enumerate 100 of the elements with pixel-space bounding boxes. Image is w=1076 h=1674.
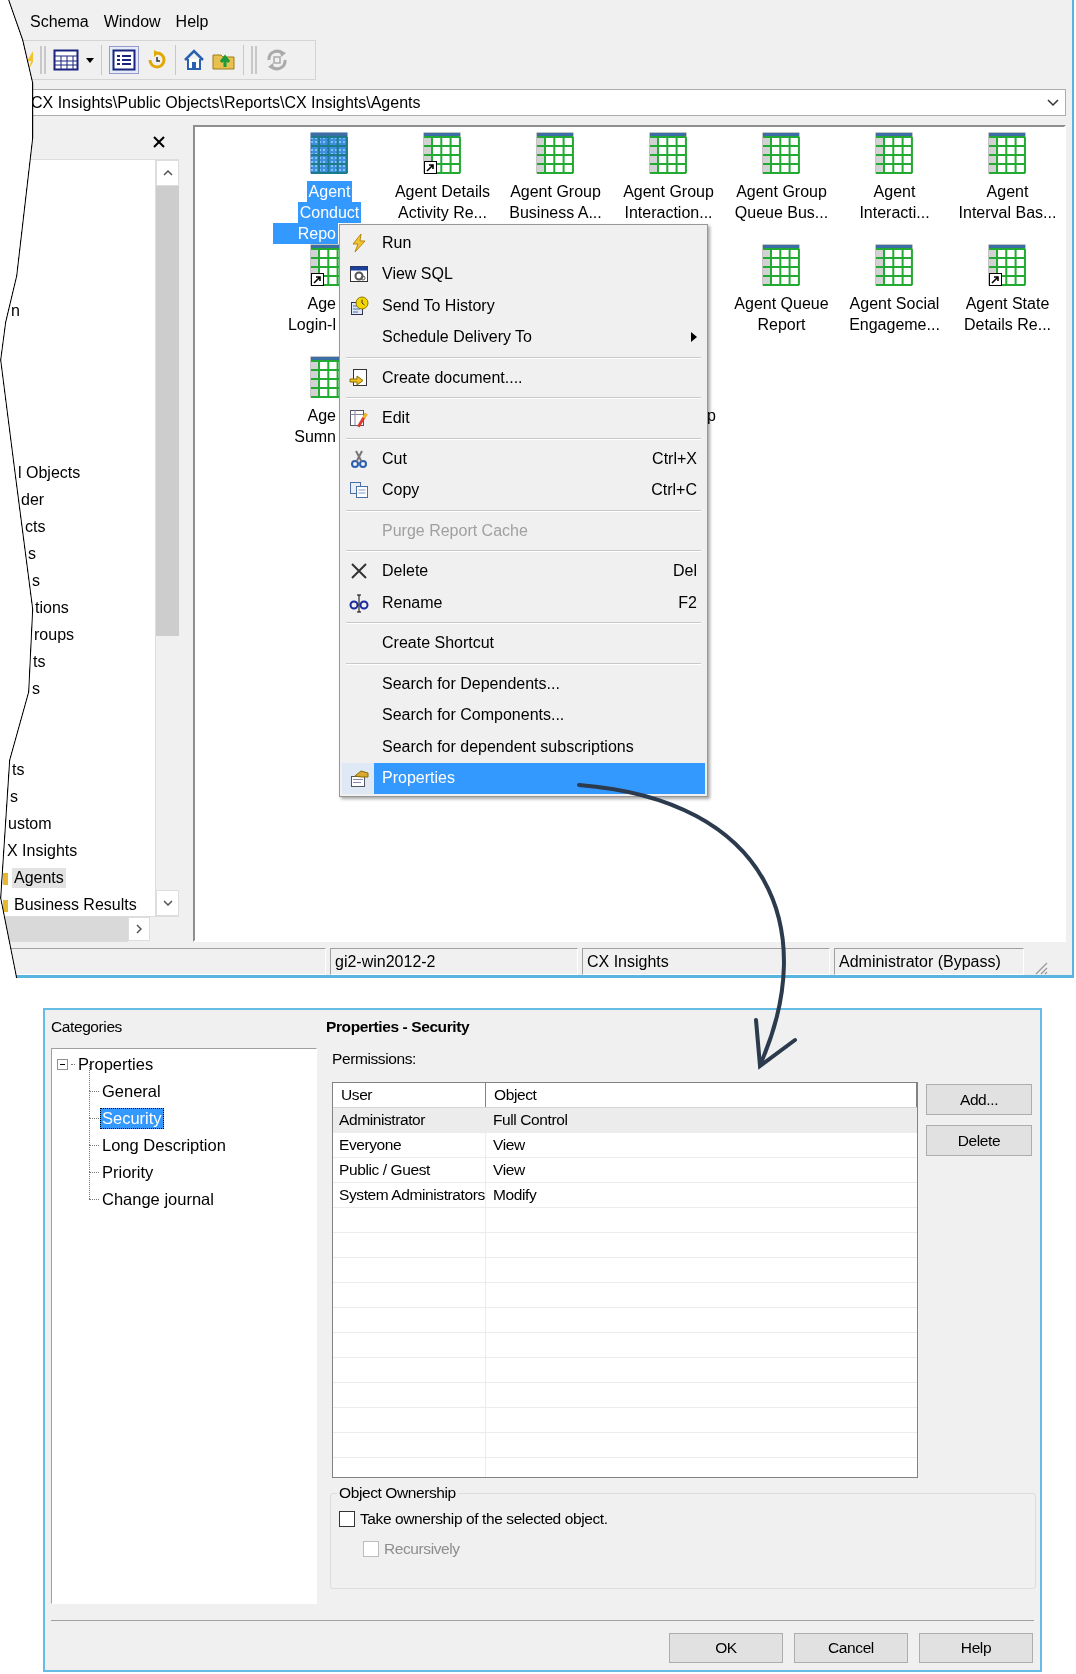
tree-item[interactable]: Business Results (12, 894, 139, 915)
report-icon[interactable] (987, 132, 1028, 176)
tree-item[interactable]: s (30, 570, 42, 591)
tree-item[interactable]: ts (31, 651, 48, 672)
report-icon[interactable] (874, 132, 915, 176)
report-label[interactable]: Agent Details Activity Re... (386, 181, 499, 223)
menu-bar-item[interactable]: Window (103, 12, 161, 31)
menu-bar-item[interactable]: Help (175, 12, 209, 31)
report-icon[interactable] (874, 244, 915, 288)
dialog-button[interactable]: Help (919, 1633, 1033, 1663)
scissors-icon (349, 448, 369, 469)
report-shortcut-icon[interactable] (987, 244, 1028, 288)
column-header[interactable]: User (333, 1083, 486, 1107)
menu-item[interactable]: Rename F2 (342, 587, 705, 619)
toolbar-grip[interactable] (40, 46, 46, 74)
checkbox[interactable] (339, 1511, 355, 1527)
report-label[interactable]: Agent Social Engageme... (838, 293, 951, 335)
categories-label: Categories (51, 1018, 122, 1035)
tree-item[interactable]: ustom (6, 813, 54, 834)
toolbar-grip[interactable] (251, 46, 257, 74)
menu-item[interactable]: Search for Components... (342, 699, 705, 731)
submenu-arrow-icon (691, 332, 697, 343)
tree-item[interactable]: Properties (76, 1054, 156, 1075)
tree-item[interactable]: ts (10, 759, 27, 780)
report-icon[interactable] (535, 132, 576, 176)
table-cell-text: Modify (492, 1185, 538, 1205)
scroll-up-icon[interactable] (162, 170, 173, 176)
menu-item[interactable]: Send To History (342, 290, 705, 322)
dialog-button[interactable]: Cancel (794, 1633, 908, 1663)
tree-item[interactable]: s (8, 786, 20, 807)
refresh-icon[interactable] (146, 49, 168, 71)
tree-item[interactable]: tions (33, 597, 71, 618)
tree-item[interactable]: s (30, 678, 42, 699)
group-title: Object Ownership (339, 1484, 456, 1501)
tree-item[interactable]: Priority (100, 1162, 156, 1183)
scroll-right-icon[interactable] (136, 924, 142, 934)
section-title: Properties - Security (326, 1018, 470, 1035)
chevron-down-icon[interactable] (1047, 98, 1059, 107)
menu-item[interactable]: Search for Dependents... (342, 668, 705, 700)
permission-button[interactable]: Delete (926, 1125, 1032, 1156)
resize-grip-icon (1034, 961, 1048, 975)
report-label[interactable]: Agent Interacti... (838, 181, 951, 223)
close-icon[interactable] (153, 136, 165, 148)
folder-icon (3, 870, 8, 885)
tree-item[interactable]: l Objects (16, 462, 83, 483)
menu-item[interactable]: Run (342, 227, 705, 259)
details-view-icon[interactable] (112, 49, 136, 71)
tree-item[interactable]: General (100, 1081, 163, 1102)
report-icon[interactable] (648, 132, 689, 176)
report-label[interactable]: Agent Group Queue Bus... (725, 181, 838, 223)
scroll-down-icon[interactable] (162, 900, 173, 906)
menu-item[interactable]: Edit (342, 402, 705, 434)
column-header[interactable]: Object (486, 1083, 917, 1107)
tree-item[interactable]: roups (32, 624, 77, 645)
status-field: Administrator (Bypass) (834, 948, 1024, 975)
menu-item[interactable]: View SQL (342, 258, 705, 290)
tree-item[interactable]: Long Description (100, 1135, 228, 1156)
report-label[interactable]: Agent State Details Re... (951, 293, 1064, 335)
report-label[interactable]: Agent Group Business A... (499, 181, 612, 223)
dialog-button[interactable]: OK (669, 1633, 783, 1663)
report-label[interactable]: Agent Group Interaction... (612, 181, 725, 223)
table-row[interactable]: Everyone View (333, 1133, 917, 1158)
tree-item[interactable]: cts (23, 516, 48, 537)
table-row[interactable]: Administrator Full Control (333, 1108, 917, 1133)
table-row[interactable]: Public / Guest View (333, 1158, 917, 1183)
menu-item[interactable]: Create Shortcut (342, 627, 705, 659)
menu-item[interactable]: Copy Ctrl+C (342, 474, 705, 506)
checkbox-label[interactable]: Take ownership of the selected object. (360, 1510, 608, 1528)
gear-window-icon (349, 264, 369, 285)
menu-bar-item[interactable]: Schema (30, 12, 89, 31)
tree-item[interactable]: X Insights (5, 840, 80, 861)
table-row[interactable]: System Administrators Modify (333, 1183, 917, 1208)
tree-item[interactable]: Agents (12, 867, 66, 888)
table-cell-text: View (492, 1135, 526, 1155)
report-label[interactable]: Agent Interval Bas... (951, 181, 1064, 223)
dropdown-caret-icon[interactable] (86, 57, 94, 63)
report-icon[interactable] (309, 132, 350, 176)
tree-item[interactable]: der (19, 489, 47, 510)
table-cell: Everyone (333, 1133, 486, 1157)
copy-icon (349, 480, 369, 501)
report-label[interactable]: Agent Queue Report (725, 293, 838, 335)
table-cell-text: Full Control (492, 1110, 569, 1130)
home-icon[interactable] (183, 49, 205, 71)
report-shortcut-icon[interactable] (422, 132, 463, 176)
tree-item[interactable]: Change journal (100, 1189, 216, 1210)
report-icon[interactable] (761, 244, 802, 288)
table-cell: System Administrators (333, 1183, 486, 1207)
scrollbar-thumb[interactable] (156, 186, 179, 636)
report-icon[interactable] (761, 132, 802, 176)
menu-item[interactable]: Delete Del (342, 555, 705, 587)
tree-item[interactable]: n (9, 300, 22, 321)
document-arrow-icon (349, 367, 369, 388)
menu-item[interactable]: Cut Ctrl+X (342, 443, 705, 475)
menu-item[interactable]: Create document.... (342, 362, 705, 394)
tree-item[interactable]: s (26, 543, 38, 564)
menu-item[interactable]: Schedule Delivery To (342, 321, 705, 353)
menu-item[interactable]: Search for dependent subscriptions (342, 731, 705, 763)
table-view-icon[interactable] (53, 49, 79, 71)
permission-button[interactable]: Add... (926, 1084, 1032, 1115)
collapse-icon[interactable] (57, 1059, 68, 1070)
